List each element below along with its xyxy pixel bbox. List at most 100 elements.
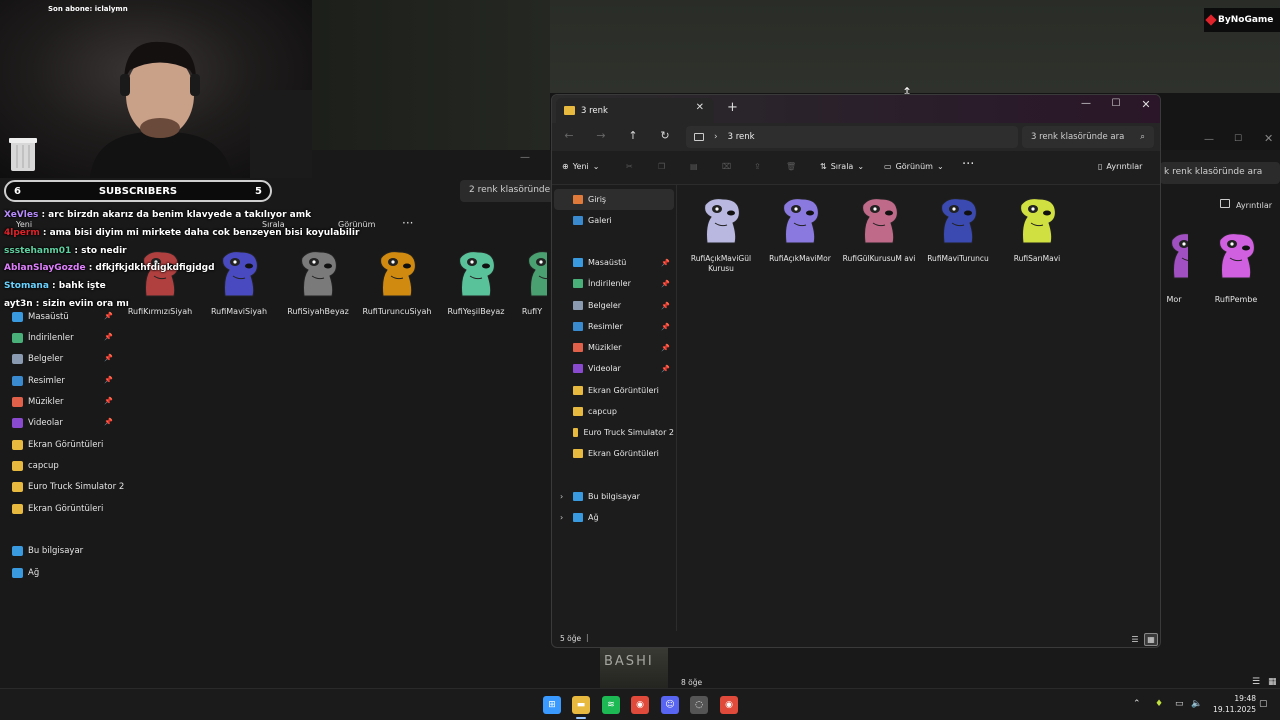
- maximize-icon[interactable]: ☐: [1103, 98, 1129, 109]
- taskbar-chrome-icon[interactable]: ◉: [720, 696, 738, 714]
- file-item[interactable]: RufiAçıkMaviMor: [761, 191, 839, 264]
- details-button[interactable]: ▯ Ayrıntılar: [1098, 162, 1142, 171]
- nav-item-belgeler[interactable]: Belgeler 📌: [554, 295, 674, 316]
- file-item[interactable]: RufiSarıMavi: [998, 191, 1076, 264]
- nav-item-label: Ekran Görüntüleri: [588, 449, 659, 458]
- details-view-icon[interactable]: ☰: [1128, 633, 1142, 646]
- background-sidebar-item[interactable]: Ağ: [12, 563, 39, 583]
- background-file-item[interactable]: RufiPembe: [1198, 226, 1274, 305]
- background-search-input-right[interactable]: k renk klasöründe ara: [1160, 162, 1280, 184]
- chevron-up-icon[interactable]: ⌃: [1133, 699, 1141, 709]
- background-close-icon[interactable]: ✕: [1264, 132, 1273, 145]
- nav-item-label: capcup: [588, 407, 617, 416]
- background-file-item[interactable]: RufiYeşilBeyaz: [438, 244, 514, 317]
- clock-date: 19.11.2025: [1213, 705, 1256, 714]
- background-details-button[interactable]: Ayrıntılar: [1236, 201, 1272, 210]
- tab-close-icon[interactable]: ✕: [696, 102, 704, 113]
- back-arrow-icon[interactable]: ←: [560, 129, 578, 142]
- nav-item-ağ[interactable]: › Ağ: [554, 507, 674, 528]
- new-tab-button[interactable]: +: [727, 100, 738, 115]
- recycle-bin-icon[interactable]: [6, 135, 40, 173]
- background-sidebar-item[interactable]: Masaüstü: [12, 307, 69, 327]
- nav-item-resimler[interactable]: Resimler 📌: [554, 316, 674, 337]
- background-file-item[interactable]: RufiY: [517, 244, 547, 317]
- nav-item-galeri[interactable]: Galeri: [554, 210, 674, 231]
- minimize-icon[interactable]: —: [1073, 98, 1099, 109]
- view-button[interactable]: ▭ Görünüm ⌄: [884, 162, 944, 171]
- network-icon[interactable]: ▭: [1175, 699, 1184, 709]
- background-search-input[interactable]: 2 renk klasöründe a: [460, 180, 560, 202]
- title-bar[interactable]: 3 renk ✕ + — ☐ ✕: [552, 95, 1160, 123]
- taskbar-windows-start-icon[interactable]: ⊞: [543, 696, 561, 714]
- background-sidebar-item[interactable]: Müzikler: [12, 392, 64, 412]
- large-icons-view-icon[interactable]: ▦: [1144, 633, 1158, 646]
- nav-item-ekran-görüntüleri[interactable]: Ekran Görüntüleri: [554, 380, 674, 401]
- chevron-right-icon[interactable]: ›: [560, 492, 563, 501]
- share-icon[interactable]: ⇪: [754, 162, 761, 171]
- pin-icon: 📌: [104, 376, 113, 384]
- search-input[interactable]: 3 renk klasöründe ara ⌕: [1022, 126, 1154, 148]
- nav-item-capcup[interactable]: capcup: [554, 401, 674, 422]
- background-file-item[interactable]: RufiMaviSiyah: [201, 244, 277, 317]
- volume-icon[interactable]: 🔈: [1191, 699, 1202, 709]
- taskbar-discord-icon[interactable]: ☺: [661, 696, 679, 714]
- taskbar-file-explorer-icon[interactable]: ▬: [572, 696, 590, 714]
- background-sidebar-item[interactable]: Bu bilgisayar: [12, 541, 83, 561]
- background-maximize-icon[interactable]: ☐: [1234, 134, 1242, 144]
- background-sidebar-item[interactable]: İndirilenler: [12, 328, 74, 348]
- more-options-icon[interactable]: ···: [962, 157, 974, 172]
- taskbar-app-icon[interactable]: ◌: [690, 696, 708, 714]
- background-sidebar-item[interactable]: Resimler: [12, 371, 65, 391]
- nav-item-ekran-görüntüleri[interactable]: Ekran Görüntüleri: [554, 443, 674, 464]
- background-large-icons-view-icon[interactable]: ▦: [1268, 677, 1277, 687]
- microphone-icon[interactable]: ♦: [1155, 699, 1163, 709]
- nav-item-euro-truck-simulator-2[interactable]: Euro Truck Simulator 2: [554, 422, 674, 443]
- background-file-item[interactable]: Mor: [1160, 226, 1188, 305]
- breadcrumb[interactable]: 3 renk: [728, 132, 755, 142]
- nav-item-müzikler[interactable]: Müzikler 📌: [554, 337, 674, 358]
- up-arrow-icon[interactable]: ↑: [624, 129, 642, 142]
- tab-3-renk[interactable]: 3 renk ✕: [556, 98, 714, 123]
- forward-arrow-icon[interactable]: →: [592, 129, 610, 142]
- details-pane-icon: ▯: [1098, 162, 1103, 171]
- background-file-item[interactable]: RufiKırmızıSiyah: [122, 244, 198, 317]
- copy-icon[interactable]: ❐: [658, 162, 665, 171]
- background-sidebar-item[interactable]: capcup: [12, 456, 59, 476]
- refresh-icon[interactable]: ↻: [656, 129, 674, 142]
- clock[interactable]: 19:48 19.11.2025: [1208, 693, 1256, 715]
- background-minimize-icon[interactable]: —: [1204, 134, 1214, 145]
- nav-item-bu-bilgisayar[interactable]: › Bu bilgisayar: [554, 486, 674, 507]
- close-icon[interactable]: ✕: [1133, 98, 1159, 111]
- background-minimize-icon-left[interactable]: —: [520, 152, 530, 163]
- chevron-right-icon[interactable]: ›: [714, 132, 718, 142]
- cut-icon[interactable]: ✂: [626, 162, 633, 171]
- chevron-right-icon[interactable]: ›: [560, 513, 563, 522]
- background-sidebar-item[interactable]: Videolar: [12, 413, 63, 433]
- sort-button[interactable]: ⇅ Sırala ⌄: [820, 162, 864, 171]
- taskbar-spotify-icon[interactable]: ≋: [602, 696, 620, 714]
- explorer-window[interactable]: 3 renk ✕ + — ☐ ✕ ← → ↑ ↻ › 3 renk 3 renk…: [551, 94, 1161, 648]
- nav-item-i̇ndirilenler[interactable]: İndirilenler 📌: [554, 273, 674, 294]
- file-item[interactable]: RufiGülKurusuM avi: [840, 191, 918, 264]
- background-sidebar-item[interactable]: Ekran Görüntüleri: [12, 435, 103, 455]
- nav-item-masaüstü[interactable]: Masaüstü 📌: [554, 252, 674, 273]
- taskbar-chrome-icon[interactable]: ◉: [631, 696, 649, 714]
- paste-icon[interactable]: ▤: [690, 162, 698, 171]
- background-sidebar-item[interactable]: Belgeler: [12, 349, 63, 369]
- background-sidebar-item[interactable]: Ekran Görüntüleri: [12, 499, 103, 519]
- notification-icon[interactable]: ▢: [1259, 699, 1268, 709]
- file-item[interactable]: RufiMaviTuruncu: [919, 191, 997, 264]
- background-file-item[interactable]: RufiTuruncuSiyah: [359, 244, 435, 317]
- address-row: ← → ↑ ↻ › 3 renk 3 renk klasöründe ara ⌕: [552, 123, 1160, 151]
- file-item[interactable]: RufiAçıkMaviGül Kurusu: [682, 191, 760, 274]
- background-file-item[interactable]: RufiSiyahBeyaz: [280, 244, 356, 317]
- new-button[interactable]: ⊕ Yeni ⌄: [562, 162, 599, 171]
- address-bar[interactable]: › 3 renk: [686, 126, 1018, 148]
- background-more-icon[interactable]: ···: [402, 216, 413, 230]
- rename-icon[interactable]: ⌧: [722, 162, 731, 171]
- nav-item-videolar[interactable]: Videolar 📌: [554, 358, 674, 379]
- background-details-view-icon[interactable]: ☰: [1252, 677, 1260, 687]
- delete-icon[interactable]: 🗑: [786, 162, 796, 171]
- nav-item-giriş[interactable]: Giriş: [554, 189, 674, 210]
- background-sidebar-item[interactable]: Euro Truck Simulator 2: [12, 477, 124, 497]
